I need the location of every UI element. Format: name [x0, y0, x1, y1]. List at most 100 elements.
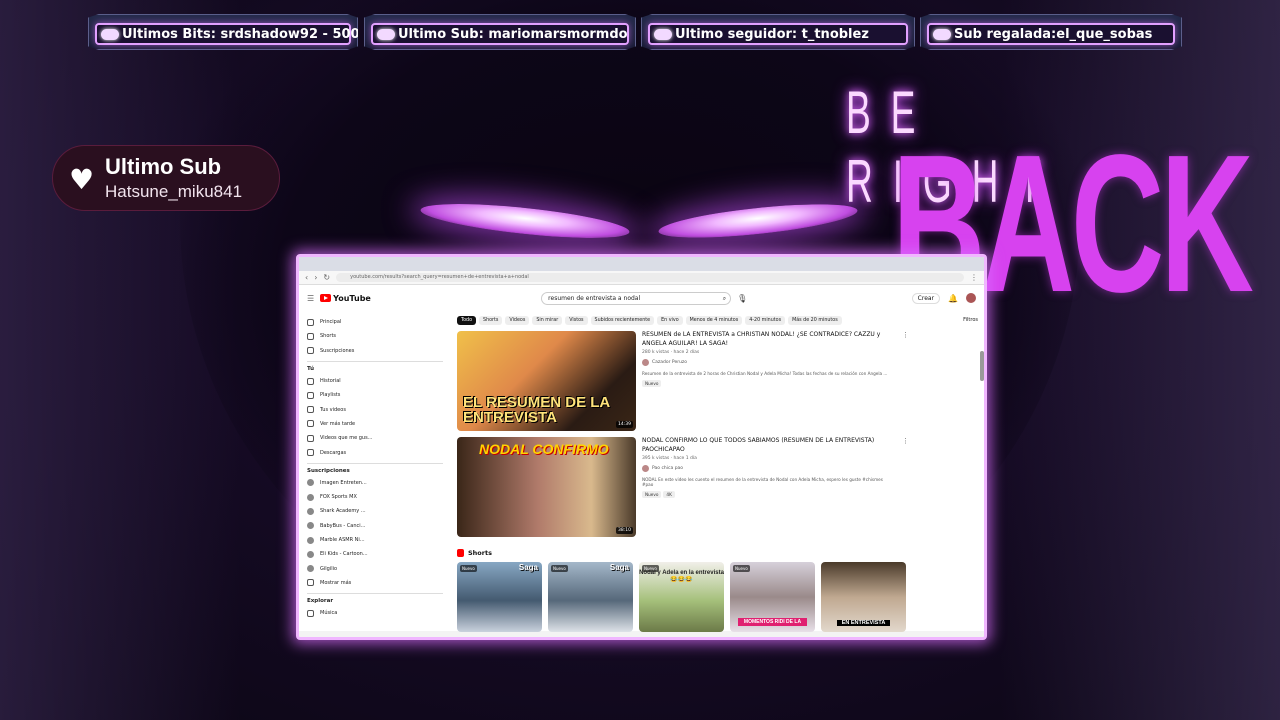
clock-icon: [307, 420, 314, 428]
channel-link[interactable]: Pao chica pao: [642, 465, 892, 472]
reload-icon[interactable]: ↻: [323, 273, 330, 282]
shorts-icon: [457, 549, 464, 557]
shorts-heading: Shorts: [457, 549, 978, 557]
download-icon: [307, 449, 314, 457]
notifications-icon[interactable]: 🔔: [948, 294, 958, 303]
sidebar-sub-item[interactable]: Imagen Entreten...: [307, 476, 443, 490]
video-meta: 395 k vistas · hace 1 día: [642, 456, 697, 461]
video-result[interactable]: NODAL CONFIRMO 38:10 NODAL CONFIRMO LO Q…: [457, 437, 978, 539]
filter-chips: Todo Shorts Videos Sin mirar Vistos Subi…: [457, 313, 978, 327]
short-item[interactable]: Nuevo MOMENTOS RIDI DE LA: [730, 562, 815, 632]
channel-avatar: [307, 522, 314, 530]
chip-recent[interactable]: Subidos recientemente: [590, 315, 655, 325]
chip-live[interactable]: En vivo: [657, 315, 683, 325]
subscriptions-icon: [307, 347, 314, 355]
sidebar-item-downloads[interactable]: Descargas: [307, 445, 443, 459]
youtube-play-icon: [320, 294, 332, 302]
sidebar-sub-item[interactable]: Gilgilio: [307, 561, 443, 575]
youtube-logo[interactable]: YouTube: [320, 294, 450, 303]
video-icon: [307, 406, 314, 414]
chip-4-20[interactable]: 4-20 minutos: [745, 315, 786, 325]
sidebar-item-principal[interactable]: Principal: [307, 315, 443, 329]
search-input[interactable]: resumen de entrevista a nodal ⌕: [541, 291, 732, 305]
like-icon: [307, 434, 314, 442]
sidebar-item-liked[interactable]: Videos que me gus...: [307, 431, 443, 445]
chip-under-4[interactable]: Menos de 4 minutos: [685, 315, 743, 325]
chip-all[interactable]: Todo: [457, 315, 477, 325]
video-thumbnail[interactable]: EL RESUMEN DE LA ENTREVISTA 14:39: [457, 331, 636, 431]
sidebar-item-your-videos[interactable]: Tus videos: [307, 402, 443, 416]
duration-badge: 38:10: [616, 527, 633, 534]
channel-avatar: [642, 465, 649, 472]
short-item[interactable]: Nuevo Nodal y Adela en la entrevista 😂😂😂: [639, 562, 724, 632]
short-item[interactable]: Nuevo Saga: [548, 562, 633, 632]
sidebar-item-music[interactable]: Música: [307, 606, 443, 620]
chip-unwatched[interactable]: Sin mirar: [532, 315, 563, 325]
search-results: Todo Shorts Videos Sin mirar Vistos Subi…: [451, 311, 984, 632]
browser-capture: ‹ › ↻ youtube.com/results?search_query=r…: [296, 254, 987, 640]
sidebar-item-playlists[interactable]: Playlists: [307, 388, 443, 402]
sidebar-sub-item[interactable]: Shark Academy ...: [307, 504, 443, 518]
ticker-last-bits: Ultimos Bits: srdshadow92 - 500: [88, 14, 358, 50]
chip-over-20[interactable]: Más de 20 minutos: [788, 315, 842, 325]
avatar[interactable]: [966, 293, 976, 303]
heart-icon: ♥: [69, 163, 95, 196]
filters-button[interactable]: Filtros: [963, 317, 978, 323]
new-badge: Nuevo: [551, 565, 568, 572]
ticker-last-sub: Ultimo Sub: mariomarsmormdo: [364, 14, 636, 50]
short-caption: MOMENTOS RIDI DE LA: [738, 618, 807, 626]
chip-watched[interactable]: Vistos: [565, 315, 588, 325]
new-badge: Nuevo: [642, 380, 662, 387]
create-button[interactable]: Crear: [911, 292, 941, 304]
chip-shorts[interactable]: Shorts: [479, 315, 503, 325]
video-meta: 280 k vistas · hace 2 días: [642, 350, 700, 355]
ticker-last-follower: Ultimo seguidor: t_tnoblez: [641, 14, 915, 50]
shorts-row: Nuevo Saga Nuevo Saga Nuevo Nodal y Adela e…: [457, 562, 978, 632]
sidebar-sub-item[interactable]: BabyBus - Canci...: [307, 519, 443, 533]
sidebar-sub-item[interactable]: Marble ASMR Ni...: [307, 533, 443, 547]
thumbnail-text: NODAL CONFIRMO: [479, 441, 609, 457]
sidebar-item-history[interactable]: Historial: [307, 374, 443, 388]
home-icon: [307, 318, 314, 326]
more-options-icon[interactable]: ⋮: [902, 331, 909, 433]
short-caption: Saga: [518, 563, 538, 572]
search-icon[interactable]: ⌕: [723, 293, 726, 304]
duration-badge: 14:39: [616, 421, 633, 428]
music-icon: [307, 609, 314, 617]
sidebar-item-shorts[interactable]: Shorts: [307, 329, 443, 343]
new-badge: Nuevo: [642, 491, 662, 498]
menu-icon[interactable]: ☰: [307, 294, 314, 303]
short-caption: EN ENTREVISTA: [837, 620, 890, 626]
sidebar-heading-you[interactable]: Tú: [307, 366, 443, 372]
pill-icon: [654, 28, 672, 40]
back-icon[interactable]: ‹: [305, 273, 308, 282]
youtube-header: ☰ YouTube resumen de entrevista a nodal ⌕…: [299, 285, 984, 311]
address-bar[interactable]: youtube.com/results?search_query=resumen…: [336, 273, 964, 282]
pill-icon: [933, 28, 951, 40]
new-badge: Nuevo: [460, 565, 477, 572]
chip-videos[interactable]: Videos: [505, 315, 530, 325]
video-thumbnail[interactable]: NODAL CONFIRMO 38:10: [457, 437, 636, 537]
microphone-icon[interactable]: 🎙: [737, 294, 747, 303]
scrollbar[interactable]: [980, 351, 984, 381]
short-item[interactable]: EN ENTREVISTA: [821, 562, 906, 632]
channel-link[interactable]: Cazador Peruzo: [642, 359, 892, 366]
sidebar-sub-item[interactable]: FOX Sports MX: [307, 490, 443, 504]
shorts-icon: [307, 332, 314, 340]
channel-avatar: [307, 493, 314, 501]
short-item[interactable]: Nuevo Saga: [457, 562, 542, 632]
video-title[interactable]: RESUMEN de LA ENTREVISTA a CHRISTIAN NOD…: [642, 331, 882, 348]
divider: [307, 593, 443, 595]
last-sub-title: Ultimo Sub: [105, 154, 222, 179]
video-result[interactable]: EL RESUMEN DE LA ENTREVISTA 14:39 RESUME…: [457, 331, 978, 433]
more-options-icon[interactable]: ⋮: [902, 437, 909, 539]
forward-icon[interactable]: ›: [314, 273, 317, 282]
sidebar-item-watch-later[interactable]: Ver más tarde: [307, 417, 443, 431]
sidebar-item-subscriptions[interactable]: Suscripciones: [307, 344, 443, 358]
sidebar-sub-item[interactable]: Eli Kids - Cartoon...: [307, 547, 443, 561]
video-title[interactable]: NODAL CONFIRMO LO QUE TODOS SABIAMOS (RE…: [642, 437, 882, 454]
sidebar-show-more[interactable]: Mostrar más: [307, 576, 443, 590]
extensions-icon[interactable]: ⋮: [970, 273, 978, 282]
channel-avatar: [307, 550, 314, 558]
browser-tab-strip[interactable]: [299, 257, 984, 271]
